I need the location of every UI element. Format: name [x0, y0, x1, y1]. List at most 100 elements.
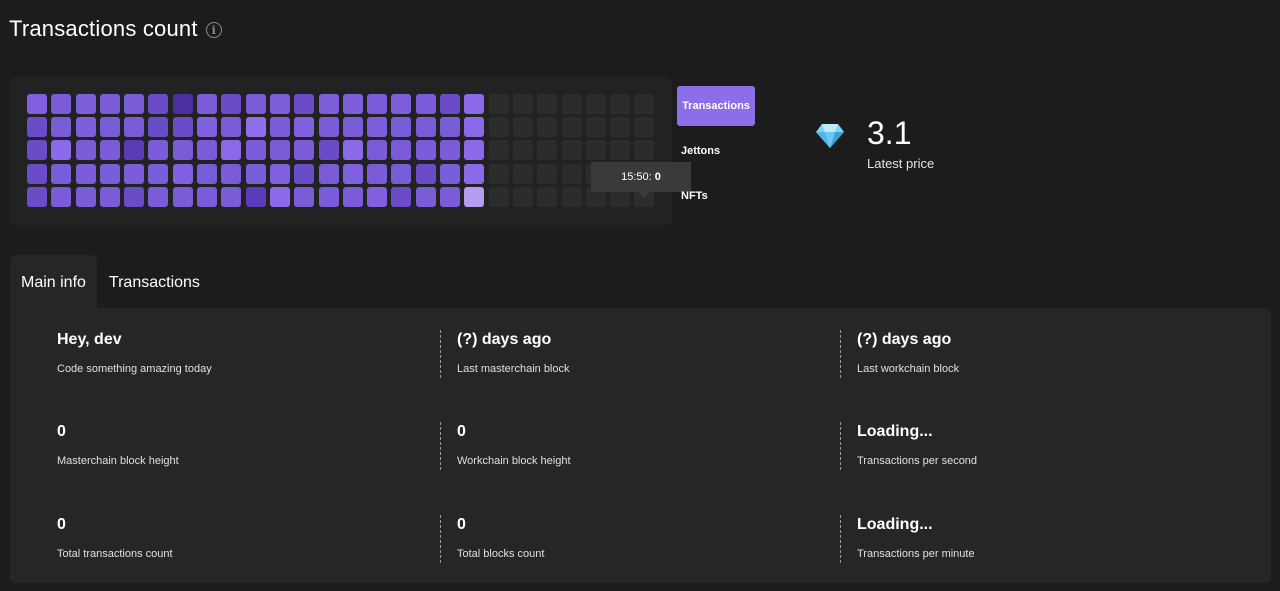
heatmap-cell[interactable]: [318, 186, 339, 207]
heatmap-cell[interactable]: [172, 140, 193, 161]
heatmap-cell[interactable]: [585, 117, 606, 138]
heatmap-cell[interactable]: [561, 186, 582, 207]
heatmap-cell[interactable]: [99, 117, 120, 138]
heatmap-cell[interactable]: [51, 186, 72, 207]
heatmap-cell[interactable]: [561, 117, 582, 138]
heatmap-cell[interactable]: [27, 163, 47, 184]
heatmap-cell[interactable]: [537, 163, 558, 184]
heatmap-cell[interactable]: [318, 140, 339, 161]
heatmap-cell[interactable]: [488, 186, 509, 207]
heatmap-cell[interactable]: [537, 140, 558, 161]
heatmap-cell[interactable]: [51, 140, 72, 161]
heatmap-cell[interactable]: [99, 140, 120, 161]
heatmap-cell[interactable]: [415, 163, 436, 184]
heatmap-cell[interactable]: [75, 140, 96, 161]
heatmap-cell[interactable]: [440, 163, 461, 184]
heatmap-cell[interactable]: [464, 94, 485, 114]
heatmap-cell[interactable]: [634, 140, 655, 161]
heatmap-cell[interactable]: [197, 186, 218, 207]
heatmap-cell[interactable]: [342, 140, 363, 161]
heatmap-cell[interactable]: [585, 140, 606, 161]
heatmap-cell[interactable]: [197, 140, 218, 161]
heatmap-cell[interactable]: [245, 186, 266, 207]
heatmap-cell[interactable]: [172, 94, 193, 114]
heatmap-cell[interactable]: [561, 163, 582, 184]
heatmap-cell[interactable]: [294, 186, 315, 207]
heatmap-cell[interactable]: [294, 117, 315, 138]
heatmap-cell[interactable]: [488, 140, 509, 161]
heatmap-cell[interactable]: [294, 163, 315, 184]
heatmap-cell[interactable]: [221, 140, 242, 161]
tab-main-info[interactable]: Main info: [10, 255, 97, 310]
heatmap-cell[interactable]: [342, 186, 363, 207]
heatmap-cell[interactable]: [585, 94, 606, 114]
type-transactions-button[interactable]: Transactions: [677, 86, 755, 126]
heatmap-cell[interactable]: [221, 186, 242, 207]
heatmap-cell[interactable]: [269, 140, 290, 161]
heatmap-cell[interactable]: [148, 140, 169, 161]
heatmap-cell[interactable]: [537, 117, 558, 138]
heatmap-cell[interactable]: [318, 94, 339, 114]
heatmap-cell[interactable]: [537, 94, 558, 114]
heatmap-cell[interactable]: [124, 163, 145, 184]
heatmap-cell[interactable]: [99, 94, 120, 114]
heatmap-cell[interactable]: [148, 163, 169, 184]
heatmap-cell[interactable]: [197, 117, 218, 138]
heatmap-cell[interactable]: [391, 140, 412, 161]
heatmap-cell[interactable]: [415, 94, 436, 114]
heatmap-cell[interactable]: [269, 117, 290, 138]
heatmap-cell[interactable]: [75, 163, 96, 184]
heatmap-cell[interactable]: [415, 186, 436, 207]
heatmap-cell[interactable]: [99, 186, 120, 207]
heatmap-cell[interactable]: [488, 94, 509, 114]
heatmap-cell[interactable]: [318, 163, 339, 184]
heatmap-cell[interactable]: [415, 140, 436, 161]
heatmap-cell[interactable]: [245, 163, 266, 184]
tab-transactions[interactable]: Transactions: [97, 255, 212, 310]
heatmap-cell[interactable]: [197, 163, 218, 184]
heatmap-cell[interactable]: [245, 117, 266, 138]
heatmap-cell[interactable]: [391, 94, 412, 114]
heatmap-cell[interactable]: [634, 117, 655, 138]
heatmap-cell[interactable]: [75, 186, 96, 207]
heatmap-cell[interactable]: [512, 163, 533, 184]
heatmap-cell[interactable]: [27, 140, 47, 161]
heatmap-cell[interactable]: [634, 94, 655, 114]
heatmap-cell[interactable]: [172, 163, 193, 184]
heatmap-cell[interactable]: [440, 140, 461, 161]
heatmap-cell[interactable]: [464, 117, 485, 138]
heatmap-cell[interactable]: [512, 140, 533, 161]
heatmap-cell[interactable]: [221, 94, 242, 114]
heatmap-cell[interactable]: [488, 163, 509, 184]
heatmap-cell[interactable]: [269, 94, 290, 114]
heatmap-cell[interactable]: [367, 163, 388, 184]
heatmap-cell[interactable]: [269, 163, 290, 184]
heatmap-cell[interactable]: [124, 186, 145, 207]
heatmap-cell[interactable]: [367, 186, 388, 207]
heatmap-cell[interactable]: [537, 186, 558, 207]
heatmap-cell[interactable]: [512, 186, 533, 207]
heatmap-cell[interactable]: [221, 163, 242, 184]
heatmap-cell[interactable]: [367, 117, 388, 138]
heatmap-cell[interactable]: [342, 117, 363, 138]
heatmap-cell[interactable]: [610, 140, 631, 161]
heatmap-cell[interactable]: [51, 163, 72, 184]
heatmap-cell[interactable]: [561, 140, 582, 161]
heatmap-cell[interactable]: [318, 117, 339, 138]
heatmap-cell[interactable]: [391, 163, 412, 184]
heatmap-cell[interactable]: [124, 140, 145, 161]
heatmap-cell[interactable]: [148, 94, 169, 114]
heatmap-cell[interactable]: [464, 186, 485, 207]
heatmap-cell[interactable]: [245, 140, 266, 161]
heatmap-cell[interactable]: [75, 117, 96, 138]
heatmap-cell[interactable]: [27, 117, 47, 138]
heatmap-cell[interactable]: [610, 94, 631, 114]
heatmap-cell[interactable]: [440, 117, 461, 138]
heatmap-cell[interactable]: [391, 117, 412, 138]
info-icon[interactable]: i: [205, 22, 222, 38]
heatmap-cell[interactable]: [172, 117, 193, 138]
heatmap-cell[interactable]: [561, 94, 582, 114]
heatmap-cell[interactable]: [512, 117, 533, 138]
type-nfts-button[interactable]: NFTs: [677, 176, 755, 216]
heatmap-cell[interactable]: [197, 94, 218, 114]
